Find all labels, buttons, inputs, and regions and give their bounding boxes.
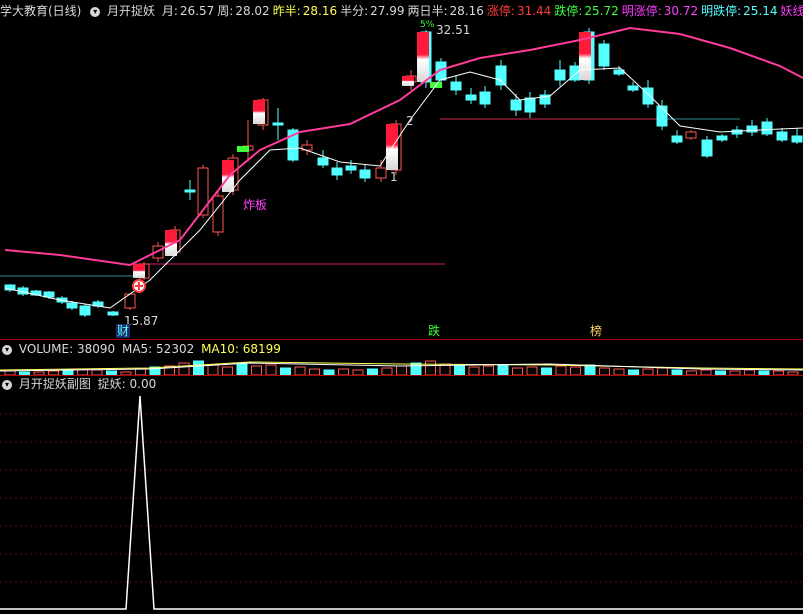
candle-body: [524, 97, 536, 113]
candle-body: [450, 81, 462, 91]
candle-body: [79, 305, 91, 316]
volume-bar: [280, 367, 291, 376]
candle-body: [746, 125, 758, 133]
candle-body: [375, 167, 387, 179]
candle-body: [331, 167, 343, 176]
candle-body: [671, 135, 683, 143]
candle-body: [761, 121, 773, 135]
volume-bar: [512, 367, 523, 376]
volume-bar: [236, 362, 248, 376]
candle-body: [66, 302, 78, 309]
volume-name: VOLUME:: [18, 342, 74, 356]
volume-bar: [222, 366, 233, 376]
candle-body: [197, 167, 209, 216]
volume-bar: [468, 366, 480, 376]
volume-bar: [584, 364, 596, 376]
ma-line-white: [4, 67, 803, 309]
candle-body: [776, 131, 788, 141]
candle-body: [184, 189, 196, 193]
ma-line-pink: [4, 26, 803, 267]
volume-bar: [657, 367, 668, 376]
volume-bar: [526, 366, 538, 376]
volume-bar: [265, 364, 277, 376]
ma10-label: MA10:: [201, 342, 239, 356]
zhaban-label: 炸板: [243, 198, 268, 212]
candle-body: [510, 99, 522, 111]
candle-body: [716, 135, 728, 141]
candle-body: [212, 195, 224, 233]
ma5-value: 52302: [156, 342, 195, 356]
marker-bang: 榜: [590, 324, 603, 338]
chevron-down-icon[interactable]: ▾: [2, 379, 12, 390]
signal-line: [0, 395, 803, 610]
high-price-label: 32.51: [436, 23, 471, 37]
limit-up-candle: [402, 76, 414, 86]
volume-bar: [454, 365, 465, 376]
volume-bar: [555, 365, 567, 376]
candle-body: [656, 105, 668, 127]
chevron-down-icon[interactable]: ▾: [2, 344, 12, 355]
candle-body: [465, 94, 477, 101]
subchart-title: 月开捉妖副图: [18, 377, 91, 391]
catch-monster-chart[interactable]: [0, 394, 803, 614]
limit-up-candle: [253, 100, 265, 124]
candle-body: [359, 169, 371, 179]
candle-body: [43, 291, 55, 298]
candle-body: [495, 65, 507, 86]
subchart-value: 0.00: [129, 377, 157, 391]
subchart-label: 捉妖:: [97, 377, 126, 391]
volume-bar: [570, 366, 581, 376]
volume-bar: [294, 366, 306, 376]
limit-up-candle: [417, 32, 429, 82]
candle-body: [345, 165, 357, 171]
count-label-2: 2: [406, 114, 414, 128]
ma10-value: 68199: [242, 342, 281, 356]
candle-body: [791, 135, 803, 143]
candle-body: [701, 139, 713, 157]
candle-body: [272, 122, 284, 126]
volume-bar: [251, 365, 262, 376]
candle-body: [598, 43, 610, 67]
volume-chart[interactable]: [0, 356, 803, 376]
volume-bar: [425, 360, 436, 376]
count-label-1: 1: [390, 170, 398, 184]
candle-body: [317, 157, 329, 166]
volume-bar: [497, 364, 509, 376]
price-chart[interactable]: [0, 0, 803, 340]
marker-die: 跌: [428, 324, 441, 338]
ma5-label: MA5:: [121, 342, 153, 356]
volume-bar: [396, 365, 407, 376]
volume-bar: [410, 362, 422, 376]
volume-bar: [193, 360, 204, 376]
volume-bar: [599, 367, 610, 376]
limit-up-candle: [133, 264, 145, 278]
candle-body: [627, 85, 639, 91]
top-small-label: 5%: [420, 20, 435, 30]
subchart-header: ▾ 月开捉妖副图 捉妖: 0.00: [0, 375, 159, 393]
candle-body: [107, 311, 119, 316]
candle-body: [685, 131, 697, 139]
candle-body: [554, 69, 566, 81]
volume-bar: [541, 367, 552, 376]
green-marker: [237, 146, 249, 152]
volume-bar: [381, 367, 393, 376]
volume-value: 38090: [76, 342, 116, 356]
candle-body: [479, 91, 491, 105]
volume-bar: [207, 364, 219, 376]
volume-bar: [483, 365, 494, 376]
marker-cai: 财: [116, 324, 131, 338]
volume-bar: [178, 362, 190, 376]
